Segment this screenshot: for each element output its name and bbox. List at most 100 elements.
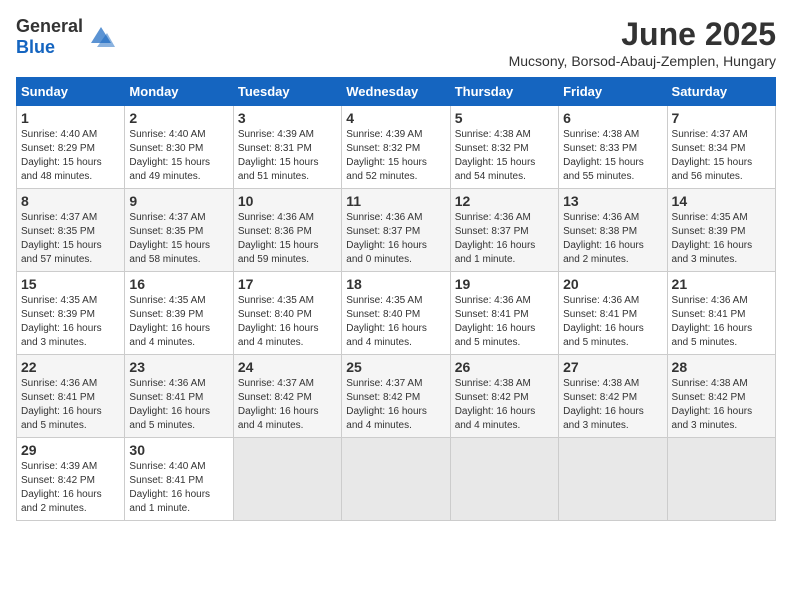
calendar-cell: 11 Sunrise: 4:36 AMSunset: 8:37 PMDayligh… <box>342 189 450 272</box>
calendar-week-row: 29 Sunrise: 4:39 AMSunset: 8:42 PMDayligh… <box>17 438 776 521</box>
day-info: Sunrise: 4:39 AMSunset: 8:31 PMDaylight:… <box>238 128 337 184</box>
day-number: 3 <box>238 110 337 126</box>
weekday-header-thursday: Thursday <box>450 78 558 106</box>
day-number: 4 <box>346 110 445 126</box>
calendar-cell: 28Sunrise: 4:38 AMSunset: 8:42 PMDayligh… <box>667 355 775 438</box>
day-number: 9 <box>129 193 228 209</box>
day-info: Sunrise: 4:36 AMSunset: 8:41 PMDaylight:… <box>455 294 554 350</box>
logo-blue: Blue <box>16 37 55 57</box>
day-number: 21 <box>672 276 771 292</box>
day-info: Sunrise: 4:38 AMSunset: 8:32 PMDaylight:… <box>455 128 554 184</box>
day-info: Sunrise: 4:36 AMSunset: 8:37 PMDaylight:… <box>346 211 445 267</box>
day-number: 8 <box>21 193 120 209</box>
logo-text: General Blue <box>16 16 83 58</box>
day-info: Sunrise: 4:39 AMSunset: 8:32 PMDaylight:… <box>346 128 445 184</box>
calendar-cell: 19 Sunrise: 4:36 AMSunset: 8:41 PMDayligh… <box>450 272 558 355</box>
calendar-cell: 6 Sunrise: 4:38 AMSunset: 8:33 PMDaylight… <box>559 106 667 189</box>
calendar-week-row: 15Sunrise: 4:35 AMSunset: 8:39 PMDayligh… <box>17 272 776 355</box>
day-info: Sunrise: 4:35 AMSunset: 8:39 PMDaylight:… <box>672 211 771 267</box>
day-number: 16 <box>129 276 228 292</box>
day-info: Sunrise: 4:40 AMSunset: 8:41 PMDaylight:… <box>129 460 228 516</box>
day-number: 11 <box>346 193 445 209</box>
day-info: Sunrise: 4:37 AMSunset: 8:35 PMDaylight:… <box>21 211 120 267</box>
calendar-cell: 22 Sunrise: 4:36 AMSunset: 8:41 PMDayligh… <box>17 355 125 438</box>
logo-general: General <box>16 16 83 36</box>
month-title: June 2025 <box>509 16 776 53</box>
day-number: 20 <box>563 276 662 292</box>
day-number: 1 <box>21 110 120 126</box>
day-info: Sunrise: 4:37 AMSunset: 8:35 PMDaylight:… <box>129 211 228 267</box>
day-info: Sunrise: 4:36 AMSunset: 8:41 PMDaylight:… <box>21 377 120 433</box>
day-number: 14 <box>672 193 771 209</box>
day-number: 28 <box>672 359 771 375</box>
weekday-header-wednesday: Wednesday <box>342 78 450 106</box>
page-header: General Blue June 2025 Mucsony, Borsod-A… <box>16 16 776 69</box>
day-info: Sunrise: 4:35 AMSunset: 8:39 PMDaylight:… <box>21 294 120 350</box>
day-number: 6 <box>563 110 662 126</box>
day-info: Sunrise: 4:37 AMSunset: 8:34 PMDaylight:… <box>672 128 771 184</box>
day-info: Sunrise: 4:38 AMSunset: 8:33 PMDaylight:… <box>563 128 662 184</box>
day-number: 10 <box>238 193 337 209</box>
day-number: 26 <box>455 359 554 375</box>
day-info: Sunrise: 4:39 AMSunset: 8:42 PMDaylight:… <box>21 460 120 516</box>
day-number: 2 <box>129 110 228 126</box>
weekday-header-tuesday: Tuesday <box>233 78 341 106</box>
calendar-cell: 26Sunrise: 4:38 AMSunset: 8:42 PMDayligh… <box>450 355 558 438</box>
calendar-cell: 10Sunrise: 4:36 AMSunset: 8:36 PMDayligh… <box>233 189 341 272</box>
calendar-cell: 25 Sunrise: 4:37 AMSunset: 8:42 PMDayligh… <box>342 355 450 438</box>
day-number: 7 <box>672 110 771 126</box>
day-info: Sunrise: 4:37 AMSunset: 8:42 PMDaylight:… <box>346 377 445 433</box>
calendar-cell <box>233 438 341 521</box>
day-info: Sunrise: 4:35 AMSunset: 8:40 PMDaylight:… <box>238 294 337 350</box>
calendar-cell: 3 Sunrise: 4:39 AMSunset: 8:31 PMDaylight… <box>233 106 341 189</box>
calendar-week-row: 8 Sunrise: 4:37 AMSunset: 8:35 PMDaylight… <box>17 189 776 272</box>
day-number: 24 <box>238 359 337 375</box>
calendar-cell <box>559 438 667 521</box>
day-info: Sunrise: 4:37 AMSunset: 8:42 PMDaylight:… <box>238 377 337 433</box>
day-number: 25 <box>346 359 445 375</box>
calendar-cell: 14 Sunrise: 4:35 AMSunset: 8:39 PMDayligh… <box>667 189 775 272</box>
calendar-cell: 15Sunrise: 4:35 AMSunset: 8:39 PMDayligh… <box>17 272 125 355</box>
weekday-header-sunday: Sunday <box>17 78 125 106</box>
day-number: 13 <box>563 193 662 209</box>
day-info: Sunrise: 4:36 AMSunset: 8:41 PMDaylight:… <box>672 294 771 350</box>
calendar-cell: 12Sunrise: 4:36 AMSunset: 8:37 PMDayligh… <box>450 189 558 272</box>
day-info: Sunrise: 4:36 AMSunset: 8:41 PMDaylight:… <box>563 294 662 350</box>
calendar-cell: 7 Sunrise: 4:37 AMSunset: 8:34 PMDaylight… <box>667 106 775 189</box>
day-number: 22 <box>21 359 120 375</box>
calendar-cell: 27Sunrise: 4:38 AMSunset: 8:42 PMDayligh… <box>559 355 667 438</box>
day-info: Sunrise: 4:35 AMSunset: 8:40 PMDaylight:… <box>346 294 445 350</box>
day-info: Sunrise: 4:35 AMSunset: 8:39 PMDaylight:… <box>129 294 228 350</box>
logo: General Blue <box>16 16 115 58</box>
calendar-week-row: 1 Sunrise: 4:40 AMSunset: 8:29 PMDaylight… <box>17 106 776 189</box>
calendar-cell: 23Sunrise: 4:36 AMSunset: 8:41 PMDayligh… <box>125 355 233 438</box>
day-number: 29 <box>21 442 120 458</box>
day-info: Sunrise: 4:40 AMSunset: 8:29 PMDaylight:… <box>21 128 120 184</box>
day-number: 17 <box>238 276 337 292</box>
calendar-cell <box>667 438 775 521</box>
calendar-cell: 30Sunrise: 4:40 AMSunset: 8:41 PMDayligh… <box>125 438 233 521</box>
calendar-cell: 5Sunrise: 4:38 AMSunset: 8:32 PMDaylight… <box>450 106 558 189</box>
calendar-cell: 9 Sunrise: 4:37 AMSunset: 8:35 PMDaylight… <box>125 189 233 272</box>
calendar-cell: 2 Sunrise: 4:40 AMSunset: 8:30 PMDaylight… <box>125 106 233 189</box>
day-info: Sunrise: 4:36 AMSunset: 8:38 PMDaylight:… <box>563 211 662 267</box>
calendar-week-row: 22 Sunrise: 4:36 AMSunset: 8:41 PMDayligh… <box>17 355 776 438</box>
logo-icon <box>87 23 115 51</box>
calendar-cell: 8 Sunrise: 4:37 AMSunset: 8:35 PMDaylight… <box>17 189 125 272</box>
weekday-header-row: SundayMondayTuesdayWednesdayThursdayFrid… <box>17 78 776 106</box>
day-number: 19 <box>455 276 554 292</box>
calendar-cell: 4 Sunrise: 4:39 AMSunset: 8:32 PMDaylight… <box>342 106 450 189</box>
calendar-cell: 20 Sunrise: 4:36 AMSunset: 8:41 PMDayligh… <box>559 272 667 355</box>
calendar-cell: 17 Sunrise: 4:35 AMSunset: 8:40 PMDayligh… <box>233 272 341 355</box>
calendar-cell: 21 Sunrise: 4:36 AMSunset: 8:41 PMDayligh… <box>667 272 775 355</box>
calendar-cell: 18Sunrise: 4:35 AMSunset: 8:40 PMDayligh… <box>342 272 450 355</box>
weekday-header-saturday: Saturday <box>667 78 775 106</box>
day-info: Sunrise: 4:38 AMSunset: 8:42 PMDaylight:… <box>563 377 662 433</box>
weekday-header-friday: Friday <box>559 78 667 106</box>
weekday-header-monday: Monday <box>125 78 233 106</box>
calendar-cell: 13 Sunrise: 4:36 AMSunset: 8:38 PMDayligh… <box>559 189 667 272</box>
title-area: June 2025 Mucsony, Borsod-Abauj-Zemplen,… <box>509 16 776 69</box>
calendar-cell: 24 Sunrise: 4:37 AMSunset: 8:42 PMDayligh… <box>233 355 341 438</box>
day-info: Sunrise: 4:40 AMSunset: 8:30 PMDaylight:… <box>129 128 228 184</box>
day-number: 12 <box>455 193 554 209</box>
